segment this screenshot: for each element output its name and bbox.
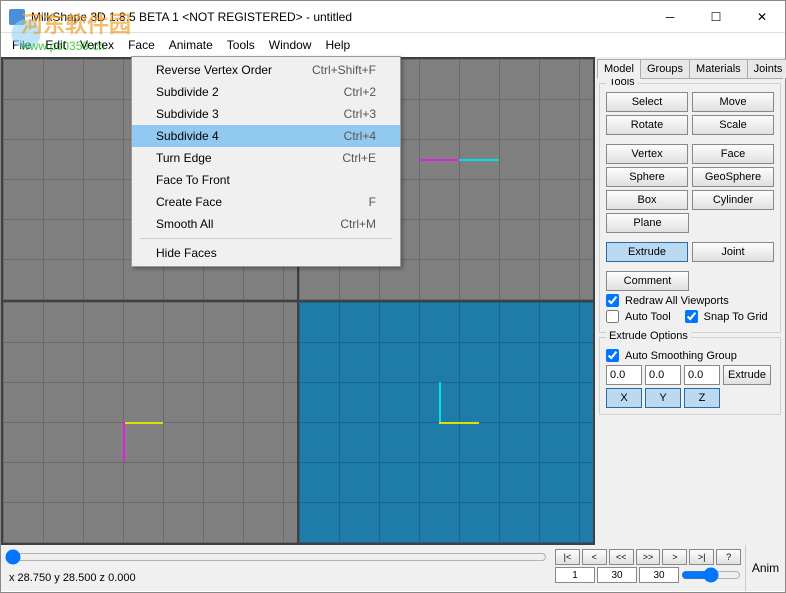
titlebar: MilkShape 3D 1.8.5 BETA 1 <NOT REGISTERE… [1, 1, 785, 33]
tab-joints[interactable]: Joints [747, 59, 786, 78]
frame-end-input[interactable] [597, 567, 637, 583]
menu-animate[interactable]: Animate [162, 35, 220, 55]
plane-button[interactable]: Plane [606, 213, 689, 233]
redraw-label: Redraw All Viewports [625, 295, 729, 307]
extrude-x-input[interactable] [606, 365, 642, 385]
frame-scrub-slider[interactable] [681, 567, 741, 583]
extrude-z-input[interactable] [684, 365, 720, 385]
maximize-button[interactable]: ☐ [693, 2, 739, 32]
menu-subdivide-3[interactable]: Subdivide 3Ctrl+3 [132, 103, 400, 125]
menu-reverse-vertex-order[interactable]: Reverse Vertex OrderCtrl+Shift+F [132, 59, 400, 81]
face-menu-dropdown: Reverse Vertex OrderCtrl+Shift+F Subdivi… [131, 56, 401, 267]
comment-button[interactable]: Comment [606, 271, 689, 291]
frame-total-input[interactable] [639, 567, 679, 583]
box-button[interactable]: Box [606, 190, 688, 210]
extrude-y-input[interactable] [645, 365, 681, 385]
viewport-bottom-right[interactable] [299, 302, 593, 543]
axis-z-button[interactable]: Z [684, 388, 720, 408]
menu-separator [140, 238, 392, 239]
menu-vertex[interactable]: Vertex [73, 35, 121, 55]
menu-create-face[interactable]: Create FaceF [132, 191, 400, 213]
axis-x-button[interactable]: X [606, 388, 642, 408]
menu-subdivide-2[interactable]: Subdivide 2Ctrl+2 [132, 81, 400, 103]
menu-hide-faces[interactable]: Hide Faces [132, 242, 400, 264]
menu-face[interactable]: Face [121, 35, 162, 55]
geosphere-button[interactable]: GeoSphere [692, 167, 774, 187]
menu-file[interactable]: File [5, 35, 38, 55]
frame-rewind-button[interactable]: << [609, 549, 634, 565]
timeline-slider[interactable] [5, 547, 547, 567]
menu-tools[interactable]: Tools [220, 35, 262, 55]
frame-first-button[interactable]: |< [555, 549, 580, 565]
extrude-options-label: Extrude Options [606, 330, 691, 342]
close-button[interactable]: ✕ [739, 2, 785, 32]
snap-checkbox[interactable] [685, 310, 698, 323]
snap-label: Snap To Grid [704, 311, 768, 323]
extrude-options-group: Extrude Options Auto Smoothing Group Ext… [599, 337, 781, 415]
redraw-checkbox[interactable] [606, 294, 619, 307]
anim-button[interactable]: Anim [745, 545, 785, 591]
status-coords: x 28.750 y 28.500 z 0.000 [5, 570, 547, 586]
frame-next-button[interactable]: > [662, 549, 687, 565]
scale-button[interactable]: Scale [692, 115, 774, 135]
frame-help-button[interactable]: ? [716, 549, 741, 565]
frame-last-button[interactable]: >| [689, 549, 714, 565]
menu-turn-edge[interactable]: Turn EdgeCtrl+E [132, 147, 400, 169]
extrude-button[interactable]: Extrude [606, 242, 688, 262]
move-button[interactable]: Move [692, 92, 774, 112]
auto-smoothing-checkbox[interactable] [606, 349, 619, 362]
menu-subdivide-4[interactable]: Subdivide 4Ctrl+4 [132, 125, 400, 147]
face-button[interactable]: Face [692, 144, 774, 164]
frame-prev-button[interactable]: < [582, 549, 607, 565]
menu-face-to-front[interactable]: Face To Front [132, 169, 400, 191]
menu-edit[interactable]: Edit [38, 35, 73, 55]
side-panel: Model Groups Materials Joints Tools Sele… [595, 57, 785, 545]
rotate-button[interactable]: Rotate [606, 115, 688, 135]
extrude-apply-button[interactable]: Extrude [723, 365, 771, 385]
menubar: File Edit Vertex Face Animate Tools Wind… [1, 33, 785, 57]
menu-smooth-all[interactable]: Smooth AllCtrl+M [132, 213, 400, 235]
auto-tool-checkbox[interactable] [606, 310, 619, 323]
axis-y-button[interactable]: Y [645, 388, 681, 408]
menu-window[interactable]: Window [262, 35, 319, 55]
tab-model[interactable]: Model [597, 59, 641, 79]
window-title: MilkShape 3D 1.8.5 BETA 1 <NOT REGISTERE… [31, 10, 647, 24]
joint-button[interactable]: Joint [692, 242, 774, 262]
frame-forward-button[interactable]: >> [636, 549, 661, 565]
auto-tool-label: Auto Tool [625, 311, 671, 323]
timeline: x 28.750 y 28.500 z 0.000 [1, 545, 551, 591]
bottom-bar: x 28.750 y 28.500 z 0.000 |< < << >> > >… [1, 545, 785, 591]
frame-current-input[interactable] [555, 567, 595, 583]
select-button[interactable]: Select [606, 92, 688, 112]
cylinder-button[interactable]: Cylinder [692, 190, 774, 210]
tab-materials[interactable]: Materials [689, 59, 748, 78]
menu-help[interactable]: Help [318, 35, 357, 55]
vertex-button[interactable]: Vertex [606, 144, 688, 164]
tools-group: Tools SelectMove RotateScale VertexFace … [599, 83, 781, 333]
auto-smoothing-label: Auto Smoothing Group [625, 350, 737, 362]
minimize-button[interactable]: ─ [647, 2, 693, 32]
sphere-button[interactable]: Sphere [606, 167, 688, 187]
tab-groups[interactable]: Groups [640, 59, 690, 78]
frame-controls: |< < << >> > >| ? [551, 545, 745, 591]
tabs: Model Groups Materials Joints [597, 59, 783, 79]
viewport-bottom-left[interactable] [3, 302, 297, 543]
app-icon [9, 9, 25, 25]
